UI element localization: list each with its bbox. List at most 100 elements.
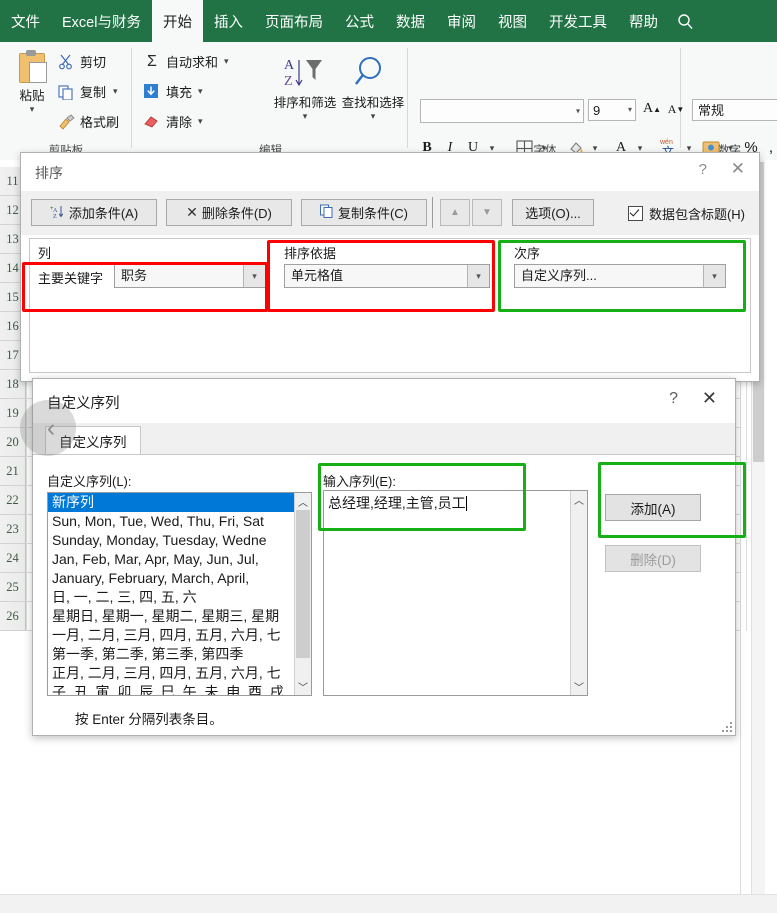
autosum-dropdown-icon[interactable]: ▾ [224, 56, 229, 67]
ribbon-tab-data[interactable]: 数据 [385, 0, 436, 42]
delete-level-label: 删除条件(D) [201, 206, 272, 221]
listbox-scroll-thumb[interactable] [296, 510, 310, 658]
add-list-button[interactable]: 添加(A) [605, 494, 701, 521]
find-and-select-button[interactable]: 查找和选择 ▾ [336, 54, 410, 121]
help-icon[interactable]: ? [699, 161, 707, 178]
ribbon-tab-help[interactable]: 帮助 [618, 0, 669, 42]
list-item[interactable]: 一月, 二月, 三月, 四月, 五月, 六月, 七 [48, 626, 296, 645]
list-item[interactable]: 日, 一, 二, 三, 四, 五, 六 [48, 588, 296, 607]
custom-list-dialog: 自定义序列 ? ✕ 自定义序列 自定义序列(L): 新序列 Sun, Mon, T… [32, 378, 736, 736]
clear-button[interactable]: 清除 ▾ [143, 112, 203, 131]
ribbon-tab-view[interactable]: 视图 [487, 0, 538, 42]
fill-dropdown-icon[interactable]: ▾ [198, 86, 203, 97]
scroll-up-icon[interactable]: ︿ [571, 491, 587, 508]
copy-button[interactable]: 复制 ▾ [58, 82, 118, 101]
row-header[interactable]: 25 [0, 573, 26, 602]
copy-icon [58, 84, 76, 101]
row-header[interactable]: 22 [0, 486, 26, 515]
ribbon-tab-developer[interactable]: 开发工具 [538, 0, 618, 42]
move-level-down-button[interactable]: ▼ [472, 199, 502, 226]
sort-and-filter-button[interactable]: A Z 排序和筛选 ▾ [268, 54, 342, 121]
move-level-up-button[interactable]: ▲ [440, 199, 470, 226]
list-item[interactable]: Sunday, Monday, Tuesday, Wedne [48, 531, 296, 550]
search-icon[interactable] [669, 0, 702, 42]
delete-level-button[interactable]: ✕ 删除条件(D) [166, 199, 292, 226]
listbox-scrollbar[interactable]: ︿ ﹀ [294, 493, 311, 695]
font-size-value: 9 [593, 103, 601, 118]
entries-textarea[interactable]: 总经理,经理,主管,员工 ︿ ﹀ [323, 490, 588, 696]
ribbon-tab-home[interactable]: 开始 [151, 0, 203, 42]
chevron-down-icon[interactable]: ▾ [703, 265, 725, 287]
custom-lists-listbox[interactable]: 新序列 Sun, Mon, Tue, Wed, Thu, Fri, Sat Sund… [47, 492, 312, 696]
sort-dialog: 排序 ? ✕ + A Z 添加条件(A) ✕ 删除条件(D) 复制条件(C) ▲ ▼… [20, 152, 760, 382]
fill-label: 填充 [166, 85, 193, 100]
sort-options-button[interactable]: 选项(O)... [512, 199, 594, 226]
find-select-dropdown-icon[interactable]: ▾ [336, 112, 410, 121]
row-header[interactable]: 26 [0, 602, 26, 631]
list-item[interactable]: 第一季, 第二季, 第三季, 第四季 [48, 645, 296, 664]
fill-button[interactable]: 填充 ▾ [143, 82, 203, 101]
number-format-value: 常规 [698, 103, 725, 118]
back-chevron-icon[interactable]: ‹ [20, 400, 76, 456]
scroll-up-icon[interactable]: ︿ [295, 493, 311, 510]
list-item[interactable]: 新序列 [48, 493, 296, 512]
resize-grip[interactable] [722, 722, 733, 733]
list-item[interactable]: Sun, Mon, Tue, Wed, Thu, Fri, Sat [48, 512, 296, 531]
copy-level-icon [319, 204, 334, 221]
sort-filter-dropdown-icon[interactable]: ▾ [268, 112, 342, 121]
paste-label: 粘贴 [19, 89, 45, 103]
help-icon[interactable]: ? [669, 390, 678, 408]
entries-scrollbar[interactable]: ︿ ﹀ [570, 491, 587, 695]
add-level-button[interactable]: + A Z 添加条件(A) [31, 199, 157, 226]
eraser-icon [143, 113, 161, 130]
sort-order-combobox[interactable]: 自定义序列... ▾ [514, 264, 726, 288]
ribbon-tab-insert[interactable]: 插入 [203, 0, 254, 42]
format-painter-button[interactable]: 格式刷 [58, 112, 119, 131]
increase-font-size-button[interactable]: A ▲ [641, 98, 663, 120]
status-bar [0, 894, 777, 913]
ribbon-tab-formulas[interactable]: 公式 [334, 0, 385, 42]
autosum-label: 自动求和 [166, 55, 219, 70]
chevron-down-icon[interactable]: ▾ [243, 265, 265, 287]
font-name-dropdown-icon[interactable]: ▾ [576, 107, 580, 116]
list-item[interactable]: 正月, 二月, 三月, 四月, 五月, 六月, 七 [48, 664, 296, 683]
scroll-down-icon[interactable]: ﹀ [295, 678, 311, 695]
row-header[interactable]: 24 [0, 544, 26, 573]
list-item[interactable]: January, February, March, April, [48, 569, 296, 588]
number-format-input[interactable]: 常规 [692, 99, 777, 121]
scroll-down-icon[interactable]: ﹀ [571, 678, 587, 695]
copy-level-button[interactable]: 复制条件(C) [301, 199, 427, 226]
list-item[interactable]: 星期日, 星期一, 星期二, 星期三, 星期 [48, 607, 296, 626]
row-header[interactable]: 23 [0, 515, 26, 544]
custom-list-tabstrip: 自定义序列 [33, 423, 735, 455]
chevron-down-icon[interactable]: ▾ [467, 265, 489, 287]
list-item[interactable]: Jan, Feb, Mar, Apr, May, Jun, Jul, [48, 550, 296, 569]
font-size-input[interactable]: 9 ▾ [588, 99, 636, 121]
font-size-dropdown-icon[interactable]: ▾ [628, 99, 632, 121]
scissors-icon [58, 54, 76, 70]
ribbon-tab-review[interactable]: 审阅 [436, 0, 487, 42]
font-name-input[interactable]: ▾ [420, 99, 584, 123]
paste-button[interactable]: 粘贴 ▾ [8, 48, 56, 114]
cut-button[interactable]: 剪切 [58, 52, 106, 71]
clear-dropdown-icon[interactable]: ▾ [198, 116, 203, 127]
ribbon-tab-bar: 文件 Excel与财务 开始 插入 页面布局 公式 数据 审阅 视图 开发工具 … [0, 0, 777, 42]
list-item[interactable]: 子, 丑, 寅, 卯, 辰, 巳, 午, 未, 申, 酉, 戌 [48, 683, 296, 695]
close-icon[interactable]: ✕ [731, 160, 745, 178]
sort-column-combobox[interactable]: 职务 ▾ [114, 264, 266, 288]
sort-column-value: 职务 [121, 268, 148, 283]
copy-dropdown-icon[interactable]: ▾ [113, 86, 118, 97]
close-icon[interactable]: ✕ [702, 388, 717, 408]
ribbon-tab-excel-finance[interactable]: Excel与财务 [51, 0, 152, 42]
sort-on-combobox[interactable]: 单元格值 ▾ [284, 264, 490, 288]
has-headers-checkbox[interactable] [627, 206, 643, 221]
has-headers-checkbox-row[interactable]: 数据包含标题(H) [627, 204, 745, 223]
sort-dialog-titlebar: 排序 ? ✕ [21, 153, 759, 191]
paste-dropdown-icon[interactable]: ▾ [8, 105, 56, 114]
row-header[interactable]: 21 [0, 457, 26, 486]
ribbon-tab-file[interactable]: 文件 [0, 0, 51, 42]
comma-style-button[interactable]: , [764, 136, 777, 158]
ribbon-tab-page-layout[interactable]: 页面布局 [254, 0, 334, 42]
autosum-button[interactable]: Σ 自动求和 ▾ [143, 52, 229, 71]
paste-icon [17, 50, 47, 84]
